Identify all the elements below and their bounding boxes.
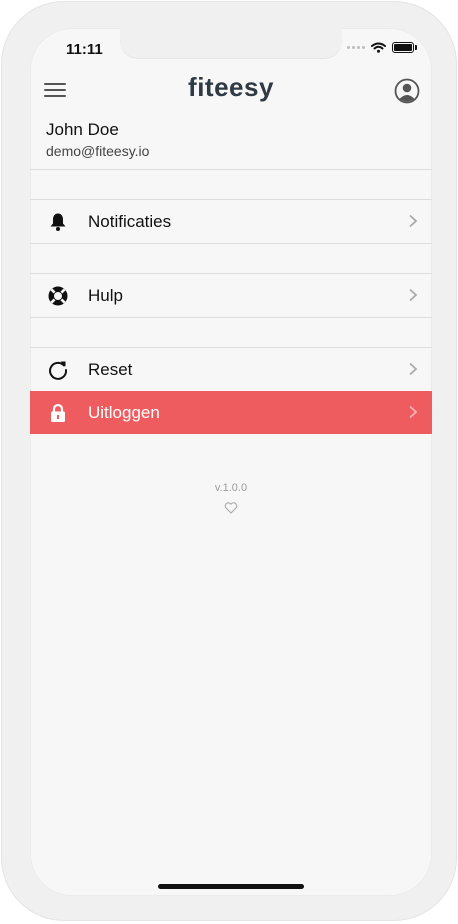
battery-icon <box>392 42 417 53</box>
menu-item-label: Notificaties <box>88 212 172 231</box>
app-version: v.1.0.0 <box>214 482 248 494</box>
profile-icon[interactable] <box>394 78 420 104</box>
chevron-right-icon <box>409 405 418 419</box>
menu-item-hulp[interactable]: Hulp <box>30 274 432 317</box>
phone-frame: 11:11 fiteesy John Doe demo@fiteesy.io N… <box>2 2 456 920</box>
heart-icon <box>224 502 238 514</box>
refresh-icon <box>47 359 69 381</box>
menu-item-uitloggen[interactable]: Uitloggen <box>30 391 432 434</box>
chevron-right-icon <box>409 362 418 376</box>
app-logo: fiteesy <box>188 72 274 102</box>
user-name: John Doe <box>46 120 119 139</box>
lifebuoy-icon <box>47 285 69 307</box>
home-indicator[interactable] <box>158 884 304 889</box>
chevron-right-icon <box>409 288 418 302</box>
app-header: fiteesy <box>30 68 432 112</box>
signal-icon <box>347 46 365 49</box>
wifi-icon <box>371 42 386 53</box>
menu-item-reset[interactable]: Reset <box>30 348 432 391</box>
bell-icon <box>47 211 69 233</box>
divider <box>30 243 432 244</box>
divider <box>30 169 432 170</box>
status-icons <box>347 42 417 53</box>
menu-item-label: Hulp <box>88 286 123 305</box>
lock-icon <box>47 402 69 424</box>
user-email: demo@fiteesy.io <box>46 143 150 159</box>
divider <box>30 317 432 318</box>
menu-item-notificaties[interactable]: Notificaties <box>30 200 432 243</box>
menu-item-label: Reset <box>88 360 133 379</box>
app-screen: 11:11 fiteesy John Doe demo@fiteesy.io N… <box>30 28 432 896</box>
status-time: 11:11 <box>66 41 103 58</box>
device-notch <box>120 28 342 58</box>
chevron-right-icon <box>409 214 418 228</box>
menu-item-label: Uitloggen <box>88 403 160 422</box>
